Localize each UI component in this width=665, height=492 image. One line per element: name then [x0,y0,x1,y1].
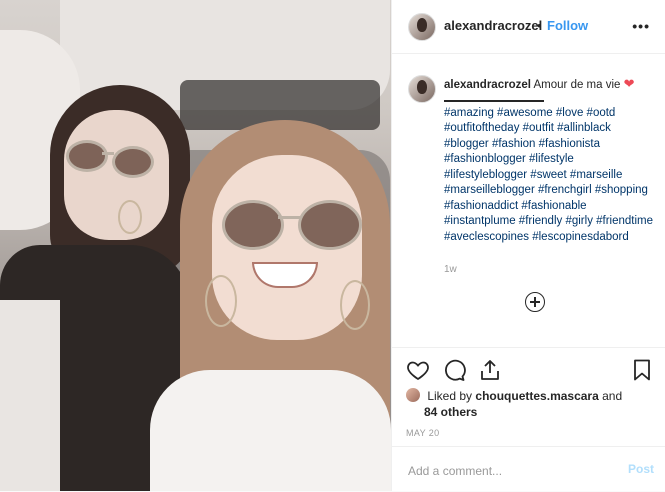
hashtag-list[interactable]: #amazing #awesome #love #ootd #outfitoft… [444,106,656,246]
action-bar [392,347,665,388]
post-photo[interactable] [0,0,391,491]
caption-text: Amour de ma vie [533,79,621,91]
caption-timestamp[interactable]: 1w [444,264,457,275]
person-left-glasses-bridge [102,152,114,155]
bookmark-icon[interactable] [630,358,654,382]
liker-avatar[interactable] [406,388,420,402]
heart-emoji-icon: ❤ [623,76,635,91]
likes-others[interactable]: 84 others [424,405,477,419]
person-left-face [64,110,169,240]
person-right-sunglasses-left-lens [222,200,284,250]
person-right-earring-right [340,280,370,330]
heart-outline-icon[interactable] [406,358,430,382]
post-header: alexandracrozel • Follow ••• [392,0,665,54]
comment-input[interactable] [406,461,610,481]
person-right-top [150,370,391,491]
caption-avatar[interactable] [408,75,436,103]
seatbelt-area [0,300,60,491]
comment-icon[interactable] [442,358,466,382]
person-left-sunglasses-right-lens [112,146,154,178]
person-left-sunglasses-left-lens [66,140,108,172]
likes-connector: and [602,389,623,403]
author-avatar[interactable] [408,13,436,41]
separator-dot: • [537,18,542,33]
follow-button[interactable]: Follow [547,18,588,33]
person-right-glasses-bridge [278,216,300,219]
person-left-earring [118,200,142,234]
caption-divider [444,99,544,102]
comment-bar: Post [392,446,665,492]
post-sidebar: alexandracrozel • Follow ••• alexandracr… [391,0,665,491]
likes-summary: Liked by chouquettes.mascara and 84 othe… [406,388,656,420]
post-comment-button[interactable]: Post [628,462,654,476]
load-more-comments-icon[interactable] [525,292,545,312]
post-date[interactable]: MAY 20 [406,428,440,438]
share-icon[interactable] [478,358,502,382]
likes-prefix: Liked by [427,389,473,403]
author-username[interactable]: alexandracrozel [444,18,542,33]
caption-username[interactable]: alexandracrozel [444,79,531,91]
person-right-sunglasses-right-lens [298,200,362,250]
liker-username[interactable]: chouquettes.mascara [475,389,598,403]
caption: alexandracrozel Amour de ma vie ❤ #amazi… [444,76,656,245]
instagram-post: alexandracrozel • Follow ••• alexandracr… [0,0,665,491]
more-options-icon[interactable]: ••• [632,18,650,34]
person-right-earring-left [205,275,237,327]
